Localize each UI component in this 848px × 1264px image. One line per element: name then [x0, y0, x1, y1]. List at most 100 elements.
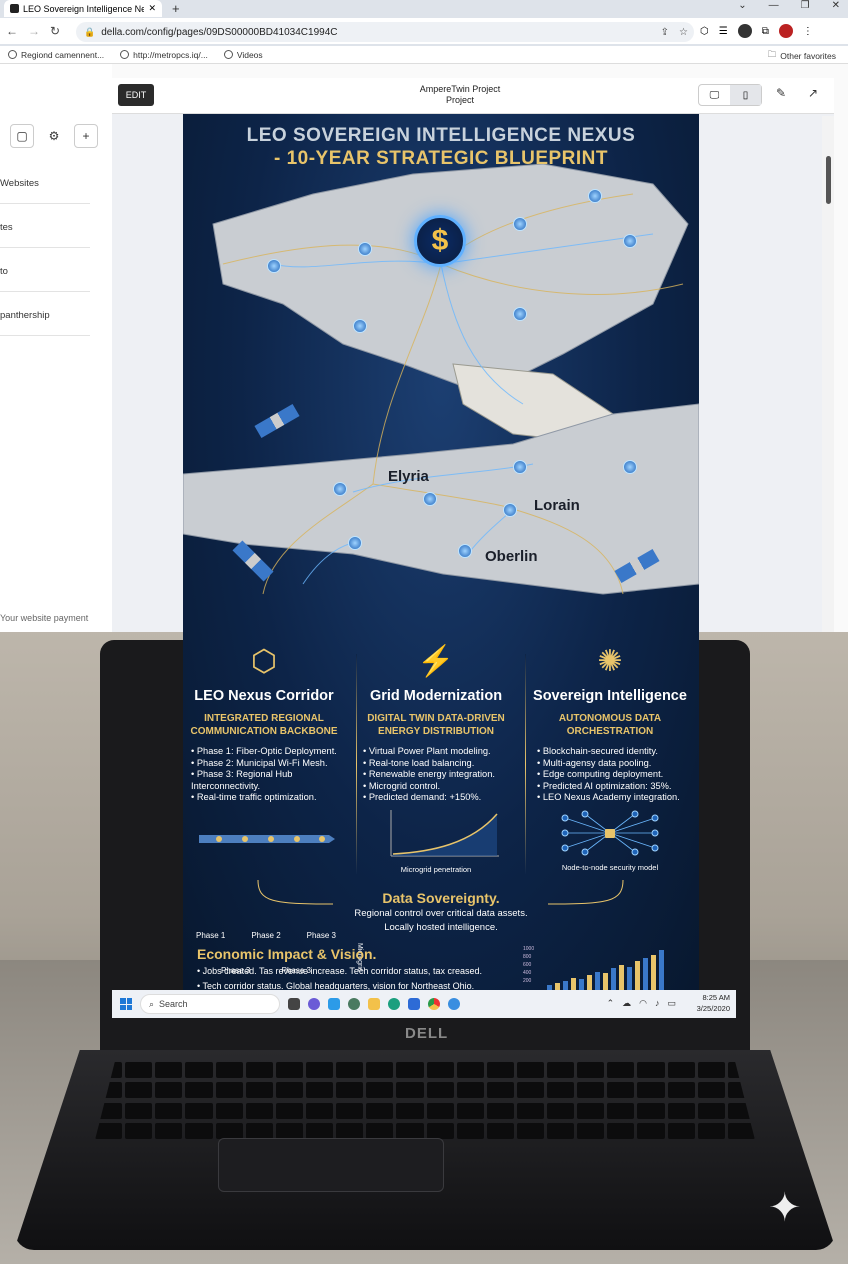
tab-title: LEO Sovereign Intelligence Ne: [23, 3, 145, 14]
add-icon[interactable]: + [74, 124, 98, 148]
volume-icon[interactable]: ♪ [655, 998, 660, 1009]
network-node [623, 460, 637, 474]
app-icon[interactable] [348, 998, 360, 1010]
other-favorites[interactable]: 🗀 Other favorites [768, 49, 836, 63]
taskbar-search[interactable]: ⌕ Search [140, 994, 280, 1014]
desktop-icon[interactable]: 🖵 [699, 85, 730, 105]
keyboard-key [456, 1082, 484, 1099]
chart-caption: Microgrid penetration [400, 864, 472, 874]
scroll-thumb[interactable] [826, 156, 831, 204]
mobile-icon[interactable]: ▯ [730, 85, 761, 105]
keyboard-key [366, 1122, 394, 1139]
keyboard-key [185, 1062, 213, 1078]
bookmarks-bar: Regiond camennent... http://metropcs.iq/… [0, 46, 848, 64]
keyboard-key [336, 1062, 364, 1078]
chevron-up-icon[interactable]: ⌃ [607, 998, 615, 1009]
edge-icon[interactable] [388, 998, 400, 1010]
file-explorer-icon[interactable] [368, 998, 380, 1010]
back-arrow-icon[interactable]: ← [6, 24, 18, 38]
bookmark-item[interactable]: Regiond camennent... [8, 50, 104, 60]
square-icon[interactable]: ▢ [10, 124, 34, 148]
close-window-button[interactable]: ✕ [832, 0, 840, 11]
editor-scrollbar[interactable] [822, 116, 834, 632]
dollar-hub-icon: $ [414, 215, 466, 267]
poster-title: LEO SOVEREIGN INTELLIGENCE NEXUS - 10-YE… [246, 125, 636, 169]
star-icon[interactable]: ☆ [679, 27, 688, 38]
keyboard-key [516, 1062, 545, 1078]
keyboard-key [185, 1082, 213, 1099]
battery-icon[interactable]: ▭ [667, 998, 676, 1009]
gear-icon[interactable]: ⚙ [42, 124, 66, 148]
keyboard-key [577, 1062, 605, 1078]
wifi-icon[interactable]: ◠ [639, 998, 647, 1009]
sidebar-item[interactable]: Websites [0, 178, 90, 204]
restore-button[interactable]: ❐ [801, 0, 810, 11]
sidebar-item[interactable]: panthership [0, 310, 90, 336]
keyboard-key [305, 1122, 334, 1139]
app-icon[interactable] [328, 998, 340, 1010]
onedrive-icon[interactable]: ☁ [622, 998, 631, 1009]
network-map [183, 163, 699, 595]
collections-icon[interactable]: ⧉ [762, 26, 769, 37]
column-leo-nexus: ⬡ LEO Nexus Corridor INTEGRATED REGIONAL… [183, 644, 349, 975]
keyboard-key [275, 1082, 303, 1099]
app-icon[interactable] [408, 998, 420, 1010]
external-link-icon[interactable]: ↗ [808, 86, 818, 100]
chart-bar [659, 950, 664, 990]
keyboard-key [577, 1082, 605, 1099]
device-toggle: 🖵 ▯ [698, 84, 762, 106]
keyboard-key [336, 1082, 364, 1099]
keyboard-key [486, 1122, 514, 1139]
keyboard-key [607, 1102, 635, 1119]
keyboard-key [275, 1122, 303, 1139]
sidebar-item[interactable]: to [0, 266, 90, 292]
chrome-icon[interactable] [428, 998, 440, 1010]
keyboard-key [155, 1062, 183, 1078]
task-view-icon[interactable] [288, 998, 300, 1010]
chart-bar [587, 974, 592, 990]
demand-curve-chart [390, 809, 499, 856]
keyboard-key [125, 1122, 153, 1139]
keyboard-key [607, 1062, 635, 1078]
keyboard-key [637, 1102, 665, 1119]
windows-start-icon[interactable] [120, 998, 132, 1010]
share-icon[interactable]: ⇪ [661, 27, 669, 38]
bookmark-item[interactable]: http://metropcs.iq/... [120, 50, 208, 60]
list: • Phase 1: Fiber-Optic Deployment. • Pha… [191, 746, 337, 802]
forward-arrow-icon[interactable]: → [28, 24, 40, 38]
edit-button[interactable]: EDIT [118, 84, 154, 106]
address-bar[interactable]: 🔒 della.com/config/pages/09DS00000BD4103… [76, 22, 694, 42]
browser-tab[interactable]: LEO Sovereign Intelligence Ne: ✕ [4, 0, 162, 17]
power-tower-icon: ⚡ [417, 645, 455, 678]
close-tab-icon[interactable]: ✕ [148, 3, 156, 14]
extensions-icon[interactable]: ⬡ [700, 26, 709, 37]
account-avatar[interactable] [778, 24, 793, 38]
keyboard-key [275, 1102, 303, 1119]
keyboard-key [396, 1062, 424, 1078]
new-tab-button[interactable]: + [172, 1, 180, 16]
profile-avatar[interactable] [737, 24, 752, 38]
paint-brush-icon[interactable]: ✎ [776, 86, 786, 100]
chart-bar [611, 968, 616, 990]
keyboard-key [275, 1062, 303, 1078]
clock[interactable]: 8:25 AM 3/25/2020 [697, 992, 730, 1014]
keyboard-key [305, 1082, 334, 1099]
favorites-icon[interactable]: ☰ [719, 26, 728, 37]
poster: $ Elyria Lorain Oberlin LEO SOVEREIGN IN… [183, 114, 699, 990]
keyboard-key [547, 1082, 575, 1099]
reload-icon[interactable]: ↻ [50, 24, 60, 38]
network-node [503, 503, 517, 517]
diagram-caption: Node-to-node security model [561, 862, 659, 872]
keyboard-key [245, 1122, 273, 1139]
bookmark-item[interactable]: Videos [223, 50, 263, 60]
chevron-down-icon[interactable]: ⌄ [738, 0, 746, 11]
chat-icon[interactable] [308, 998, 320, 1010]
sidebar-item[interactable]: tes [0, 222, 90, 248]
app-icon[interactable] [448, 998, 460, 1010]
keyboard-key [366, 1082, 394, 1099]
menu-icon[interactable]: ⋮ [803, 26, 813, 37]
network-node [353, 319, 367, 333]
browser-chrome: LEO Sovereign Intelligence Ne: ✕ + ⌄ — ❐… [0, 0, 848, 64]
minimize-button[interactable]: — [769, 0, 779, 11]
url-text: della.com/config/pages/09DS00000BD41034C… [101, 26, 338, 38]
